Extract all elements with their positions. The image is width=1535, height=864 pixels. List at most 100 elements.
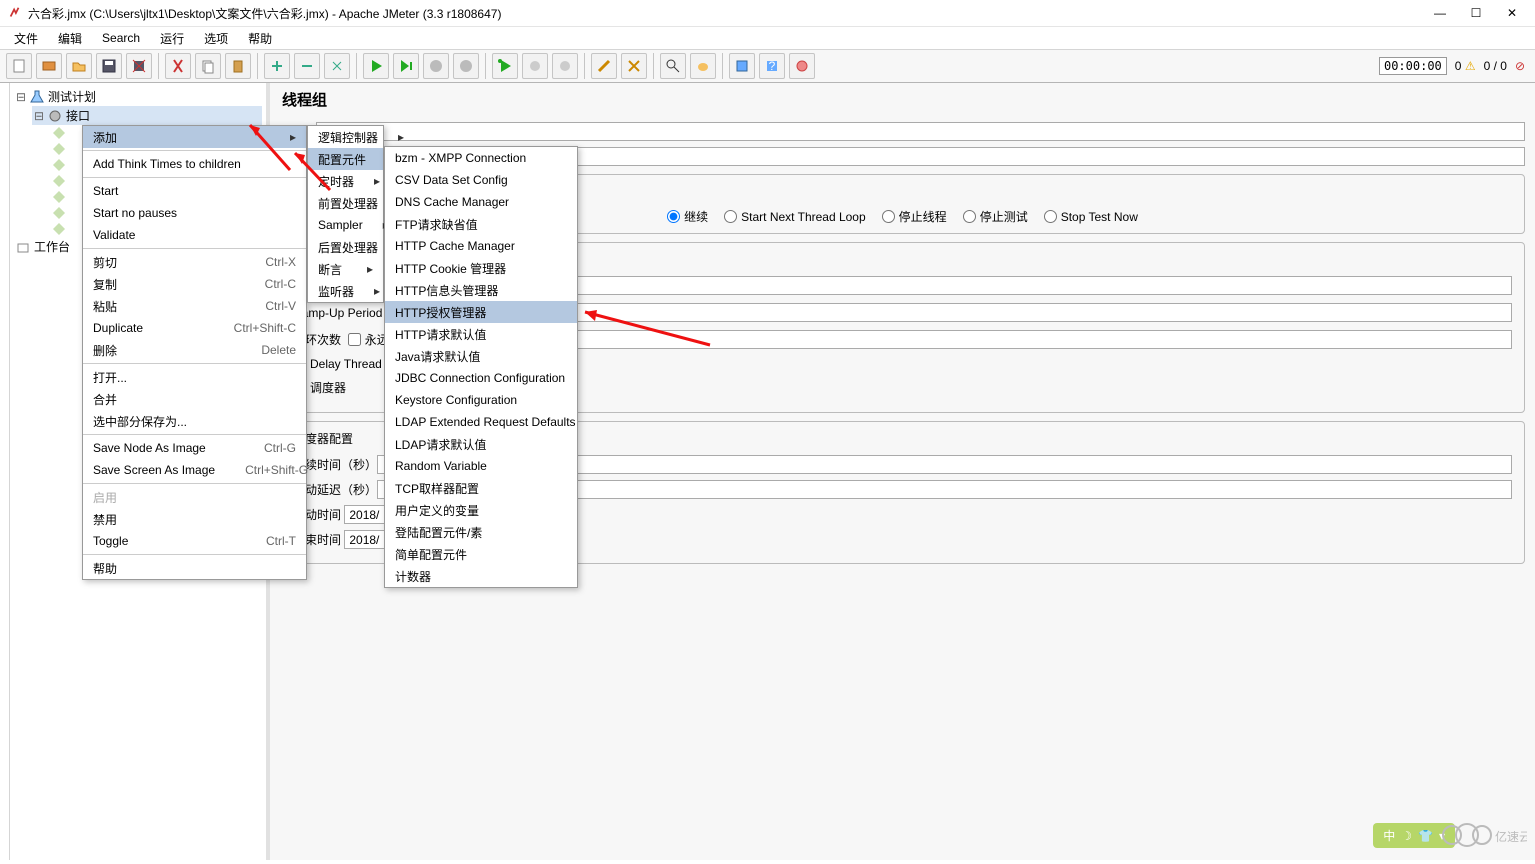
- menu-file[interactable]: 文件: [6, 28, 46, 49]
- tree-testplan[interactable]: ⊟ 测试计划: [14, 87, 262, 106]
- radio-continue[interactable]: 继续: [667, 208, 708, 225]
- shutdown-icon[interactable]: [453, 53, 479, 79]
- ctx-duplicate[interactable]: DuplicateCtrl+Shift-C: [83, 317, 306, 339]
- copy-icon[interactable]: [195, 53, 221, 79]
- ctx-toggle[interactable]: ToggleCtrl-T: [83, 530, 306, 552]
- ctx-config-item[interactable]: LDAP Extended Request Defaults: [385, 411, 577, 433]
- ctx-config-item[interactable]: 计数器: [385, 565, 577, 587]
- moon-icon: ☽: [1401, 829, 1412, 843]
- panel-heading: 线程组: [282, 89, 1525, 110]
- ctx-save-node-image[interactable]: Save Node As ImageCtrl-G: [83, 437, 306, 459]
- radio-stop-test[interactable]: 停止测试: [963, 208, 1028, 225]
- window-title: 六合彩.jmx (C:\Users\jltx1\Desktop\文案文件\六合彩…: [28, 5, 1431, 22]
- close-button[interactable]: ✕: [1503, 6, 1521, 20]
- search-icon[interactable]: [660, 53, 686, 79]
- tree-label: 测试计划: [48, 88, 96, 105]
- open-icon[interactable]: [66, 53, 92, 79]
- clear-icon[interactable]: [591, 53, 617, 79]
- save-icon[interactable]: [96, 53, 122, 79]
- ctx-start[interactable]: Start: [83, 180, 306, 202]
- ctx-timer[interactable]: 定时器▸: [308, 170, 383, 192]
- collapse-icon[interactable]: [294, 53, 320, 79]
- ctx-save-screen-image[interactable]: Save Screen As ImageCtrl+Shift-G: [83, 459, 306, 481]
- ctx-config-item[interactable]: 简单配置元件: [385, 543, 577, 565]
- ctx-config-item[interactable]: FTP请求缺省值: [385, 213, 577, 235]
- sampler-icon: [52, 142, 66, 156]
- reset-search-icon[interactable]: [690, 53, 716, 79]
- ctx-assertion[interactable]: 断言▸: [308, 258, 383, 280]
- radio-next-loop[interactable]: Start Next Thread Loop: [724, 208, 866, 225]
- ctx-add-think[interactable]: Add Think Times to children: [83, 153, 306, 175]
- ctx-config-item[interactable]: Java请求默认值: [385, 345, 577, 367]
- ctx-merge[interactable]: 合并: [83, 388, 306, 410]
- rampup-input[interactable]: [454, 303, 1512, 322]
- ctx-copy[interactable]: 复制Ctrl-C: [83, 273, 306, 295]
- ctx-config-item[interactable]: 用户定义的变量: [385, 499, 577, 521]
- ctx-open[interactable]: 打开...: [83, 366, 306, 388]
- ctx-config-item[interactable]: DNS Cache Manager: [385, 191, 577, 213]
- menu-help[interactable]: 帮助: [240, 28, 280, 49]
- ctx-add[interactable]: 添加▸: [83, 126, 306, 148]
- maximize-button[interactable]: ☐: [1467, 6, 1485, 20]
- saveall-icon[interactable]: [126, 53, 152, 79]
- toggle-icon[interactable]: [324, 53, 350, 79]
- gear-icon[interactable]: [789, 53, 815, 79]
- radio-stop-thread[interactable]: 停止线程: [882, 208, 947, 225]
- ctx-validate[interactable]: Validate: [83, 224, 306, 246]
- sampler-icon: [52, 222, 66, 236]
- ctx-paste[interactable]: 粘贴Ctrl-V: [83, 295, 306, 317]
- ctx-config-item[interactable]: HTTP请求默认值: [385, 323, 577, 345]
- ctx-help[interactable]: 帮助: [83, 557, 306, 579]
- ctx-config-item[interactable]: LDAP请求默认值: [385, 433, 577, 455]
- ctx-sampler[interactable]: Sampler▸: [308, 214, 383, 236]
- ctx-disable[interactable]: 禁用: [83, 508, 306, 530]
- menu-options[interactable]: 选项: [196, 28, 236, 49]
- new-icon[interactable]: [6, 53, 32, 79]
- remote-stop-icon[interactable]: [522, 53, 548, 79]
- forever-checkbox[interactable]: [348, 333, 361, 346]
- thread-counter: 0 / 0: [1484, 59, 1507, 73]
- ctx-saveas[interactable]: 选中部分保存为...: [83, 410, 306, 432]
- menu-edit[interactable]: 编辑: [50, 28, 90, 49]
- name-input[interactable]: [316, 122, 1525, 141]
- clearall-icon[interactable]: [621, 53, 647, 79]
- ctx-config-item[interactable]: HTTP Cookie 管理器: [385, 257, 577, 279]
- function-icon[interactable]: [729, 53, 755, 79]
- ctx-delete[interactable]: 删除Delete: [83, 339, 306, 361]
- ctx-config-item[interactable]: CSV Data Set Config: [385, 169, 577, 191]
- ctx-config-item[interactable]: HTTP Cache Manager: [385, 235, 577, 257]
- start-notimer-icon[interactable]: [393, 53, 419, 79]
- stop-icon[interactable]: [423, 53, 449, 79]
- menubar: 文件 编辑 Search 运行 选项 帮助: [0, 27, 1535, 49]
- ctx-config-item[interactable]: Keystore Configuration: [385, 389, 577, 411]
- remote-shutdown-icon[interactable]: [552, 53, 578, 79]
- cut-icon[interactable]: [165, 53, 191, 79]
- app-icon: [8, 6, 22, 20]
- ctx-config-item[interactable]: JDBC Connection Configuration: [385, 367, 577, 389]
- expand-icon[interactable]: [264, 53, 290, 79]
- ctx-preprocessor[interactable]: 前置处理器▸: [308, 192, 383, 214]
- ctx-config-item[interactable]: HTTP授权管理器: [385, 301, 577, 323]
- left-gutter: [0, 83, 10, 860]
- help-icon[interactable]: ?: [759, 53, 785, 79]
- paste-icon[interactable]: [225, 53, 251, 79]
- ctx-listener[interactable]: 监听器▸: [308, 280, 383, 302]
- templates-icon[interactable]: [36, 53, 62, 79]
- ctx-config-item[interactable]: HTTP信息头管理器: [385, 279, 577, 301]
- ctx-config-item[interactable]: TCP取样器配置: [385, 477, 577, 499]
- ctx-cut[interactable]: 剪切Ctrl-X: [83, 251, 306, 273]
- start-icon[interactable]: [363, 53, 389, 79]
- ctx-config-item[interactable]: 登陆配置元件/素: [385, 521, 577, 543]
- tree-threadgroup[interactable]: ⊟ 接口: [32, 106, 262, 125]
- ctx-start-nopause[interactable]: Start no pauses: [83, 202, 306, 224]
- ctx-config-item[interactable]: Random Variable: [385, 455, 577, 477]
- ctx-postprocessor[interactable]: 后置处理器▸: [308, 236, 383, 258]
- menu-run[interactable]: 运行: [152, 28, 192, 49]
- minimize-button[interactable]: —: [1431, 6, 1449, 20]
- radio-stop-now[interactable]: Stop Test Now: [1044, 208, 1138, 225]
- ctx-logic-controller[interactable]: 逻辑控制器▸: [308, 126, 383, 148]
- ctx-config-item[interactable]: bzm - XMPP Connection: [385, 147, 577, 169]
- remote-start-icon[interactable]: [492, 53, 518, 79]
- menu-search[interactable]: Search: [94, 29, 148, 47]
- ctx-config-element[interactable]: 配置元件▸: [308, 148, 383, 170]
